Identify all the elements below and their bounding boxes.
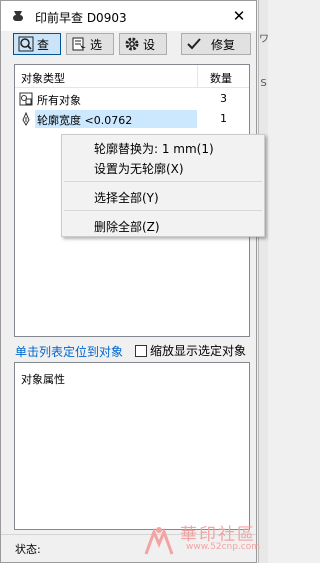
menu-separator (64, 210, 262, 211)
list-item-label: 轮廓宽度 <0.0762 (37, 114, 133, 127)
menu-item-delete-all[interactable]: 删除全部(Z) (94, 218, 160, 235)
context-menu: 轮廓替换为: 1 mm(1) 设置为无轮廓(X) 选择全部(Y) 删除全部(Z) (61, 134, 265, 237)
locate-object-link[interactable]: 单击列表定位到对象 (15, 343, 123, 360)
menu-item-select-all[interactable]: 选择全部(Y) (94, 189, 159, 206)
fix-button-label: 修复 (211, 37, 236, 52)
column-divider (197, 65, 198, 87)
query-button-label: 查 (37, 37, 50, 52)
properties-title: 对象属性 (21, 373, 65, 386)
column-header-count[interactable]: 数量 (210, 70, 232, 86)
pen-nib-icon (22, 112, 30, 126)
gear-icon (125, 37, 139, 51)
watermark-url: www.52cnp.com (186, 542, 261, 552)
settings-button-label: 设 (143, 37, 156, 52)
list-item-label: 所有对象 (37, 94, 81, 107)
settings-button[interactable]: 设 (119, 33, 167, 55)
select-button-label: 选 (90, 37, 103, 52)
fix-button[interactable]: 修复 (181, 33, 251, 55)
watermark: 華印社區 www.52cnp.com (140, 520, 261, 562)
close-icon: ✕ (232, 7, 246, 25)
background-glyph: ワ (259, 34, 269, 45)
menu-item-no-outline[interactable]: 设置为无轮廓(X) (94, 160, 184, 177)
list-header: 对象类型 数量 (15, 65, 249, 88)
close-button[interactable]: ✕ (228, 5, 250, 27)
status-label: 状态: (15, 543, 41, 556)
watermark-logo-icon (144, 527, 174, 555)
zoom-selected-label: 缩放显示选定对象 (150, 344, 247, 358)
menu-item-replace-outline[interactable]: 轮廓替换为: 1 mm(1) (94, 140, 214, 157)
background-glyph: S (260, 78, 267, 89)
list-item[interactable]: 所有对象 3 (15, 90, 249, 108)
app-icon (13, 11, 23, 21)
select-doc-icon (72, 37, 86, 51)
select-button[interactable]: 选 (66, 33, 114, 55)
toolbar: 查 选 设 修复 (1, 31, 256, 61)
window-title: 印前早查 D0903 (35, 11, 127, 25)
list-item[interactable]: 轮廓宽度 <0.0762 1 (15, 110, 249, 128)
search-icon (18, 36, 34, 52)
list-item-count: 1 (220, 112, 227, 125)
all-objects-icon (19, 92, 33, 106)
object-properties-panel: 对象属性 (14, 362, 250, 530)
zoom-selected-option[interactable]: 缩放显示选定对象 (135, 342, 246, 359)
background-app-strip: ワ S (258, 0, 269, 563)
checkmark-icon (187, 38, 201, 50)
column-header-type[interactable]: 对象类型 (21, 70, 65, 86)
title-bar: 印前早查 D0903 ✕ (1, 1, 256, 31)
list-item-count: 3 (220, 92, 227, 105)
inspector-window: 印前早查 D0903 ✕ 查 选 设 修复 对象类型 数量 所有对象 3 轮廓宽… (0, 0, 257, 563)
query-button[interactable]: 查 (13, 33, 61, 55)
menu-separator (64, 181, 262, 182)
zoom-selected-checkbox[interactable] (135, 344, 147, 357)
